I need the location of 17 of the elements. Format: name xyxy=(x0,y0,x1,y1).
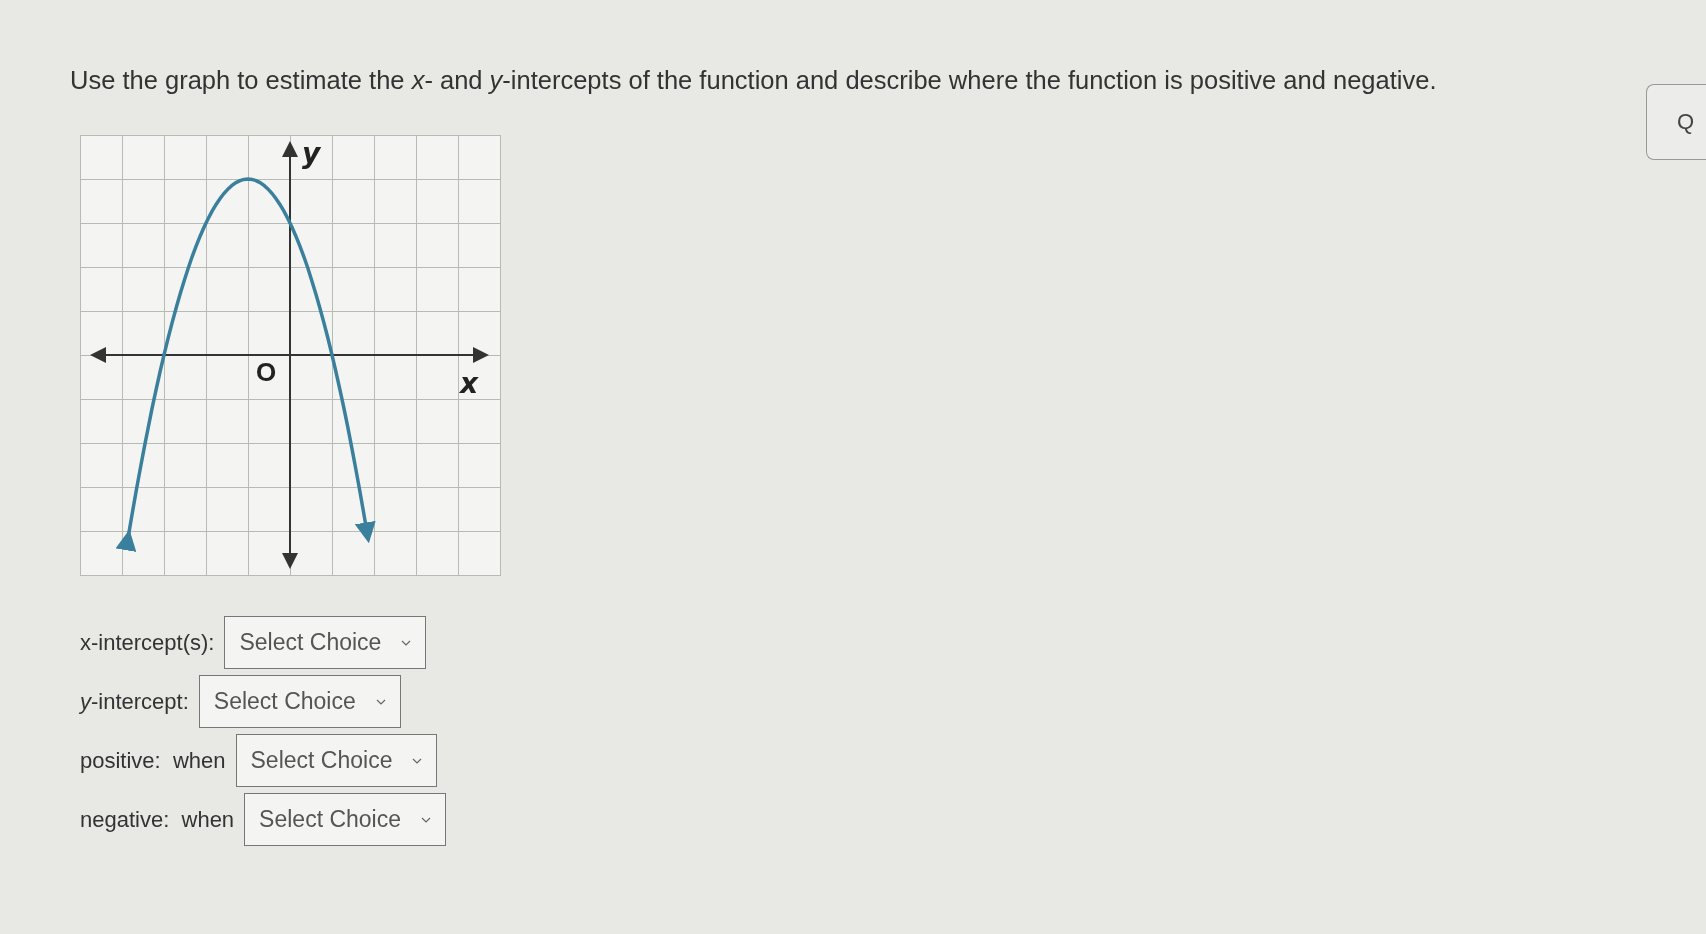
answer-label: positive: when xyxy=(80,747,226,774)
side-button[interactable]: Q xyxy=(1646,84,1706,160)
chevron-down-icon xyxy=(412,757,423,764)
y-axis-label: y xyxy=(302,137,321,170)
answer-label: x-intercept(s): xyxy=(80,629,215,656)
answer-label: negative: when xyxy=(80,806,235,833)
origin-label: O xyxy=(256,357,277,387)
choice-dropdown[interactable]: Select Choice xyxy=(244,793,447,846)
question-text: Use the graph to estimate the x- and y-intercepts of the function and describe where the function is positive and negative. xyxy=(70,66,1437,95)
x-axis-label: x xyxy=(460,367,479,400)
choice-dropdown[interactable]: Select Choice xyxy=(224,616,427,669)
chevron-down-icon xyxy=(375,698,386,705)
answer-label: y-intercept: xyxy=(80,688,189,715)
choice-dropdown[interactable]: Select Choice xyxy=(235,734,438,787)
choice-dropdown[interactable]: Select Choice xyxy=(198,675,401,728)
chevron-down-icon xyxy=(401,639,412,646)
chevron-down-icon xyxy=(421,816,432,823)
